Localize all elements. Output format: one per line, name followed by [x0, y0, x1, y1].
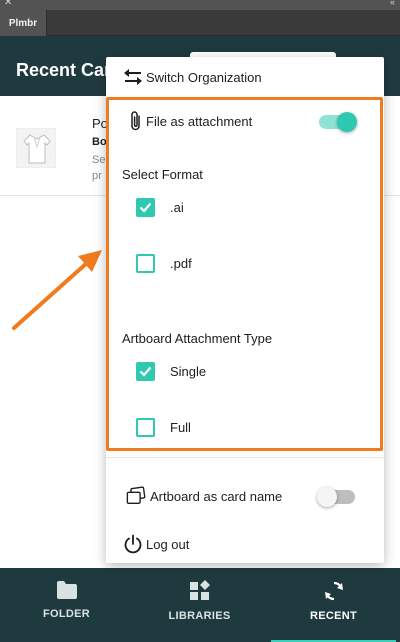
swap-arrows-icon	[123, 67, 143, 87]
nav-recent[interactable]: RECENT	[267, 568, 400, 642]
sync-icon	[324, 581, 343, 601]
highlight-box	[106, 97, 383, 451]
nav-folder[interactable]: FOLDER	[0, 568, 133, 642]
nav-libraries-label: LIBRARIES	[168, 610, 231, 622]
power-icon	[123, 534, 143, 554]
switch-organization-item[interactable]: Switch Organization	[106, 63, 384, 91]
libraries-icon	[189, 580, 210, 600]
toggle-knob	[317, 487, 337, 507]
folder-icon	[56, 581, 77, 599]
bottom-nav: FOLDER LIBRARIES RECENT	[0, 568, 400, 642]
switch-organization-label: Switch Organization	[146, 69, 262, 85]
artboards-icon	[126, 486, 146, 506]
logout-item[interactable]: Log out	[106, 530, 384, 558]
nav-recent-label: RECENT	[309, 610, 358, 622]
logout-label: Log out	[146, 536, 190, 552]
nav-libraries[interactable]: LIBRARIES	[133, 568, 266, 642]
nav-folder-label: FOLDER	[42, 608, 91, 620]
artboard-card-name-toggle[interactable]	[317, 487, 355, 507]
artboard-card-name-label: Artboard as card name	[150, 488, 283, 504]
menu-divider	[106, 457, 384, 458]
